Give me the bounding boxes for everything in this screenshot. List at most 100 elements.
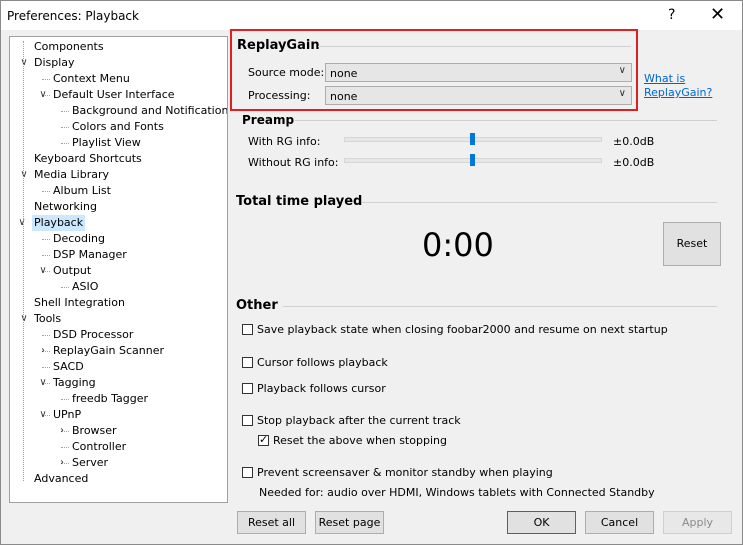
what-is-replaygain-link[interactable]: What is ReplayGain? bbox=[644, 72, 712, 100]
tree-item-label: Playlist View bbox=[72, 136, 141, 149]
tree-item-dsd-processor[interactable]: DSD Processor bbox=[53, 327, 133, 343]
option-label[interactable]: Playback follows cursor bbox=[257, 382, 386, 395]
tree-connector bbox=[61, 447, 69, 448]
option-checkbox[interactable] bbox=[242, 357, 253, 368]
tree-item-asio[interactable]: ASIO bbox=[72, 279, 98, 295]
chevron-down-icon[interactable]: ∨ bbox=[37, 263, 49, 279]
tree-item-label: Output bbox=[53, 264, 92, 277]
tree-item-keyboard-shortcuts[interactable]: Keyboard Shortcuts bbox=[34, 151, 142, 167]
tree-item-label: Default User Interface bbox=[53, 88, 175, 101]
chevron-right-icon[interactable]: › bbox=[37, 343, 49, 359]
tree-item-label: Colors and Fonts bbox=[72, 120, 164, 133]
tree-item-advanced[interactable]: Advanced bbox=[34, 471, 88, 487]
with-rg-slider-thumb[interactable] bbox=[470, 133, 475, 145]
link-line-1: What is bbox=[644, 72, 686, 85]
tree-item-tagging[interactable]: ∨ Tagging bbox=[39, 375, 95, 391]
option-label[interactable]: Reset the above when stopping bbox=[273, 434, 447, 447]
tree-item-decoding[interactable]: Decoding bbox=[53, 231, 105, 247]
chevron-down-icon[interactable]: ∨ bbox=[18, 167, 30, 183]
tree-item-label: Shell Integration bbox=[34, 296, 125, 309]
total-time-value: 0:00 bbox=[422, 226, 494, 264]
tree-item-label: Background and Notifications bbox=[72, 104, 228, 117]
help-button[interactable]: ? bbox=[668, 7, 675, 23]
tree-item-output[interactable]: ∨ Output bbox=[39, 263, 92, 279]
source-mode-select[interactable]: none ∨ bbox=[325, 63, 632, 82]
chevron-right-icon[interactable]: › bbox=[56, 455, 68, 471]
tree-item-label: SACD bbox=[53, 360, 84, 373]
tree-item-default-user-interface[interactable]: ∨ Default User Interface bbox=[39, 87, 175, 103]
tree-item-context-menu[interactable]: Context Menu bbox=[53, 71, 130, 87]
tree-connector bbox=[61, 127, 69, 128]
apply-button[interactable]: Apply bbox=[663, 511, 732, 534]
processing-value: none bbox=[330, 90, 358, 103]
tree-item-networking[interactable]: Networking bbox=[34, 199, 97, 215]
reset-page-button[interactable]: Reset page bbox=[315, 511, 384, 534]
tree-item-label: Components bbox=[34, 40, 104, 53]
other-heading: Other bbox=[236, 298, 278, 313]
without-rg-slider-thumb[interactable] bbox=[470, 154, 475, 166]
tree-item-controller[interactable]: Controller bbox=[72, 439, 126, 455]
close-button[interactable]: ✕ bbox=[710, 4, 725, 25]
preferences-tree[interactable]: Components ∨ Display Context Menu ∨ Default U… bbox=[9, 36, 228, 503]
option-label[interactable]: Stop playback after the current track bbox=[257, 414, 461, 427]
tree-item-upnp[interactable]: ∨ UPnP bbox=[39, 407, 81, 423]
option-checkbox[interactable]: ✓ bbox=[258, 433, 269, 446]
tree-item-label: Context Menu bbox=[53, 72, 130, 85]
tree-item-playlist-view[interactable]: Playlist View bbox=[72, 135, 141, 151]
processing-select[interactable]: none ∨ bbox=[325, 86, 632, 105]
option-label[interactable]: Cursor follows playback bbox=[257, 356, 388, 369]
tree-item-browser[interactable]: › Browser bbox=[60, 423, 117, 439]
chevron-down-icon[interactable]: ∨ bbox=[37, 87, 49, 103]
preamp-rule bbox=[295, 120, 717, 121]
tree-connector bbox=[42, 367, 50, 368]
ok-button[interactable]: OK bbox=[507, 511, 576, 534]
replaygain-rule bbox=[318, 46, 631, 47]
window-title: Preferences: Playback bbox=[7, 9, 139, 23]
chevron-right-icon[interactable]: › bbox=[56, 423, 68, 439]
reset-all-button[interactable]: Reset all bbox=[237, 511, 306, 534]
tree-item-label: Keyboard Shortcuts bbox=[34, 152, 142, 165]
option-checkbox[interactable] bbox=[242, 324, 253, 335]
tree-item-album-list[interactable]: Album List bbox=[53, 183, 111, 199]
cancel-button[interactable]: Cancel bbox=[585, 511, 654, 534]
chevron-down-icon[interactable]: ∨ bbox=[37, 407, 49, 423]
tree-item-components[interactable]: Components bbox=[34, 39, 104, 55]
reset-time-button[interactable]: Reset bbox=[663, 222, 721, 266]
tree-item-display[interactable]: ∨ Display bbox=[20, 55, 74, 71]
tree-connector bbox=[61, 143, 69, 144]
option-checkbox[interactable] bbox=[242, 467, 253, 478]
chevron-down-icon[interactable]: ∨ bbox=[16, 215, 28, 231]
tree-item-label: Browser bbox=[72, 424, 117, 437]
tree-connector bbox=[42, 255, 50, 256]
tree-item-label: Server bbox=[72, 456, 109, 469]
tree-item-tools[interactable]: ∨ Tools bbox=[20, 311, 61, 327]
processing-label: Processing: bbox=[248, 89, 311, 102]
tree-item-colors-and-fonts[interactable]: Colors and Fonts bbox=[72, 119, 164, 135]
option-checkbox[interactable] bbox=[242, 383, 253, 394]
tree-item-label: Controller bbox=[72, 440, 127, 453]
tree-item-playback[interactable]: ∨ Playback bbox=[18, 215, 86, 231]
tree-item-media-library[interactable]: ∨ Media Library bbox=[20, 167, 109, 183]
with-rg-label: With RG info: bbox=[248, 135, 321, 148]
source-mode-label: Source mode: bbox=[248, 66, 325, 79]
option-label[interactable]: Prevent screensaver & monitor standby wh… bbox=[257, 466, 553, 479]
tree-item-shell-integration[interactable]: Shell Integration bbox=[34, 295, 125, 311]
chevron-down-icon[interactable]: ∨ bbox=[18, 311, 30, 327]
option-label[interactable]: Save playback state when closing foobar2… bbox=[257, 323, 668, 336]
checkmark-icon: ✓ bbox=[259, 433, 269, 446]
chevron-down-icon[interactable]: ∨ bbox=[37, 375, 49, 391]
chevron-down-icon[interactable]: ∨ bbox=[18, 55, 30, 71]
tree-item-replaygain-scanner[interactable]: › ReplayGain Scanner bbox=[41, 343, 164, 359]
tree-item-sacd[interactable]: SACD bbox=[53, 359, 84, 375]
tree-connector bbox=[42, 191, 50, 192]
option-checkbox[interactable] bbox=[242, 415, 253, 426]
without-rg-label: Without RG info: bbox=[248, 156, 339, 169]
tree-item-background-and-notifications[interactable]: Background and Notifications bbox=[72, 103, 228, 119]
tree-connector bbox=[61, 287, 69, 288]
chevron-down-icon: ∨ bbox=[618, 88, 626, 99]
tree-item-freedb-tagger[interactable]: freedb Tagger bbox=[72, 391, 148, 407]
tree-item-server[interactable]: › Server bbox=[60, 455, 109, 471]
tree-item-dsp-manager[interactable]: DSP Manager bbox=[53, 247, 127, 263]
tree-item-label: Album List bbox=[53, 184, 111, 197]
tree-item-label: Playback bbox=[34, 216, 84, 229]
